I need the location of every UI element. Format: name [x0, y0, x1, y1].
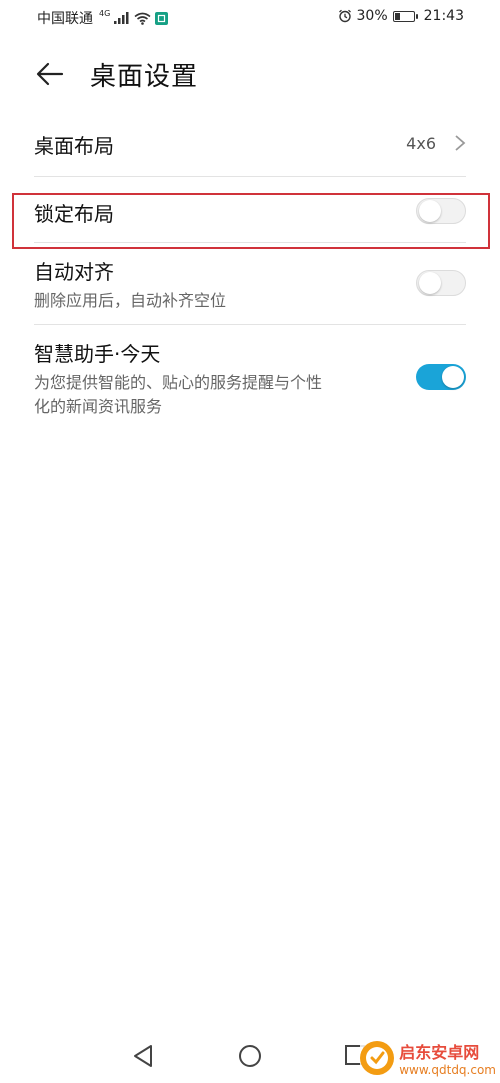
- highlight-box: [12, 193, 490, 249]
- status-bar: 中国联通 4G 30% 21:43: [0, 0, 500, 36]
- back-arrow-icon[interactable]: [34, 58, 66, 90]
- home-circle-icon[interactable]: [238, 1044, 262, 1068]
- clock: 21:43: [423, 8, 464, 24]
- divider: [34, 176, 466, 177]
- setting-label: 桌面布局: [34, 134, 114, 158]
- setting-smart-assistant[interactable]: 智慧助手·今天 为您提供智能的、贴心的服务提醒与个性 化的新闻资讯服务: [34, 338, 466, 428]
- subtitle-line: 化的新闻资讯服务: [34, 397, 163, 416]
- setting-subtitle: 为您提供智能的、贴心的服务提醒与个性 化的新闻资讯服务: [34, 371, 404, 419]
- watermark-title: 启东安卓网: [399, 1043, 480, 1062]
- signal-icon: [114, 12, 129, 24]
- alarm-icon: [338, 9, 351, 23]
- watermark-logo-icon: [360, 1041, 395, 1075]
- watermark-text: 启东安卓网 www.qdtdq.com: [399, 1039, 496, 1077]
- setting-auto-align[interactable]: 自动对齐 删除应用后，自动补齐空位: [34, 256, 466, 316]
- carrier-name: 中国联通: [37, 11, 93, 27]
- notification-app-icon: [155, 11, 169, 25]
- watermark: 启东安卓网 www.qdtdq.com: [360, 1039, 496, 1077]
- battery-icon: [392, 10, 418, 22]
- network-type: 4G: [99, 8, 111, 18]
- setting-value: 4x6: [406, 134, 436, 153]
- smart-assistant-toggle[interactable]: [416, 364, 466, 390]
- toggle-knob: [419, 272, 441, 294]
- status-left: 中国联通 4G: [37, 8, 169, 28]
- back-triangle-icon[interactable]: [132, 1044, 154, 1068]
- setting-label: 自动对齐: [34, 260, 114, 284]
- divider: [34, 324, 466, 325]
- page-title: 桌面设置: [90, 62, 199, 92]
- wifi-icon: [134, 12, 151, 25]
- subtitle-line: 为您提供智能的、贴心的服务提醒与个性: [34, 373, 323, 392]
- setting-subtitle: 删除应用后，自动补齐空位: [34, 291, 227, 310]
- setting-desktop-layout[interactable]: 桌面布局 4x6: [34, 130, 466, 160]
- toggle-knob: [442, 366, 464, 388]
- battery-percent: 30%: [356, 8, 388, 24]
- watermark-url: www.qdtdq.com: [399, 1063, 496, 1077]
- setting-label: 智慧助手·今天: [34, 342, 161, 366]
- auto-align-toggle[interactable]: [416, 270, 466, 296]
- chevron-right-icon: [455, 135, 466, 151]
- app-bar: 桌面设置: [0, 50, 500, 100]
- status-right: 30% 21:43: [338, 8, 464, 24]
